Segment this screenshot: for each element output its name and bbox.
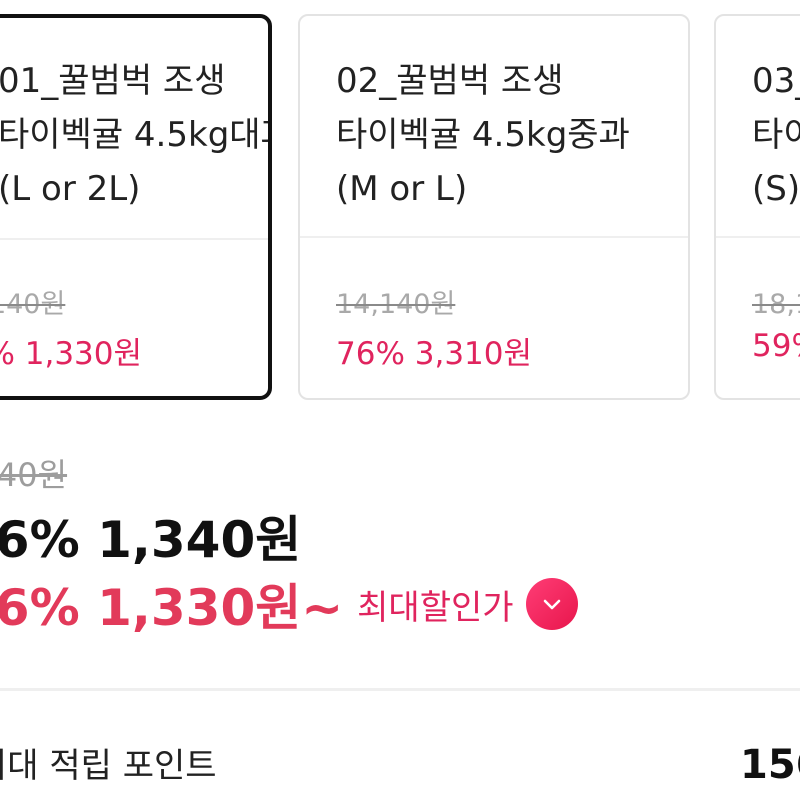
option-sale-price: 76% 1,330원 [0,336,143,372]
chevron-down-icon-glyph [543,599,560,610]
card-divider [300,236,688,238]
option-title: 02_꿀범벅 조생 타이벡귤 4.5kg중과 (M or L) [336,61,630,209]
original-price: 5,540원 [0,456,68,494]
product-option-screen: 01_꿀범벅 조생 타이벡귤 4.5kg대과 (L or 2L) 14,140원… [0,0,800,800]
section-divider [0,688,800,691]
option-title: 01_꿀범벅 조생 타이벡귤 4.5kg대과 (L or 2L) [0,61,272,209]
best-price-row: 76% 1,330원~ 최대할인가 [0,568,578,640]
chevron-down-icon[interactable] [525,578,578,630]
best-price-label[interactable]: 최대할인가 [357,580,513,629]
option-original-price: 14,140원 [0,289,66,320]
option-sale-price: 76% 3,310원 [336,336,533,372]
option-original-price: 14,140원 [336,289,456,320]
option-card-2[interactable]: 02_꿀범벅 조생 타이벡귤 4.5kg중과 (M or L) 14,140원 … [298,14,690,400]
option-title: 03_꿀범벅 조생 타이벡귤 4.5kg소과(S) [752,61,800,209]
points-label: 최대 적립 포인트 [0,746,217,786]
option-original-price: 18,140원 [752,289,800,320]
current-price: 76% 1,340원 [0,511,302,569]
best-price: 76% 1,330원~ [0,579,344,637]
points-value: 156 [740,742,800,788]
option-card-1[interactable]: 01_꿀범벅 조생 타이벡귤 4.5kg대과 (L or 2L) 14,140원… [0,14,272,400]
option-sale-price: 59% [752,328,800,364]
card-divider [716,236,800,238]
card-divider [0,238,268,240]
option-card-3[interactable]: 03_꿀범벅 조생 타이벡귤 4.5kg소과(S) 18,140원 59% [714,14,800,400]
